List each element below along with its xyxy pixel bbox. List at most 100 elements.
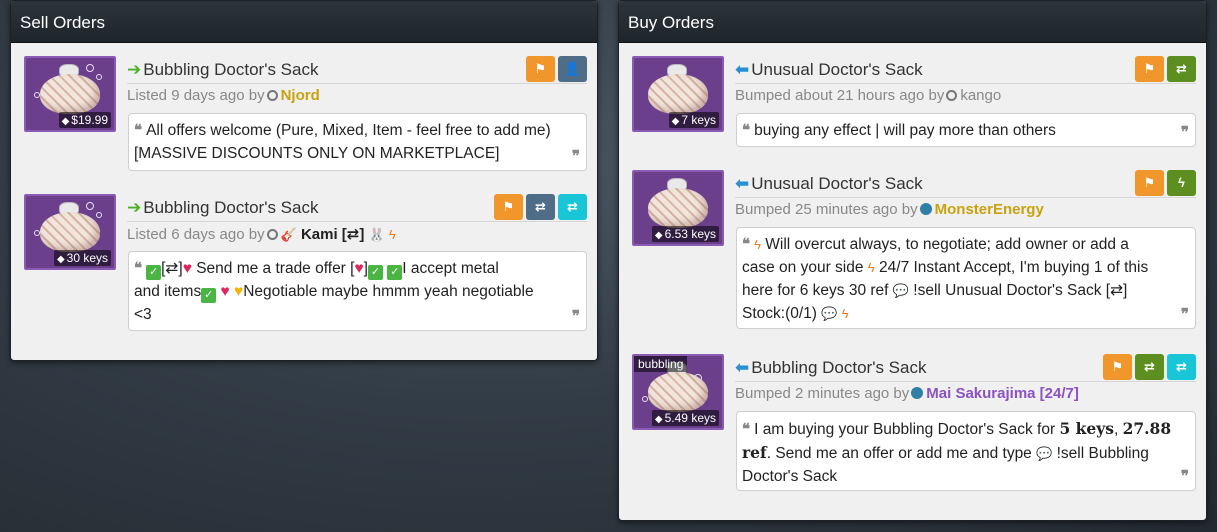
listing-meta: Listed 9 days ago by Njord xyxy=(127,87,320,104)
action-buttons: ⚑ ⇄ ⇄ xyxy=(494,194,587,220)
offline-status-icon xyxy=(946,90,958,101)
price-value: 30 keys xyxy=(66,251,108,265)
quote-close-icon: ❞ xyxy=(571,307,580,325)
meta-text: Bumped 2 minutes ago by xyxy=(735,385,910,402)
yellow-heart-emoji-icon: ♥ xyxy=(234,283,244,300)
quote-open-icon: ❝ xyxy=(134,121,143,139)
doctors-sack-icon xyxy=(648,74,708,114)
price-badge: ◆ $19.99 xyxy=(58,112,111,128)
flag-icon: ⚑ xyxy=(502,199,515,214)
order-comment: ❝ All offers welcome (Pure, Mixed, Item -… xyxy=(128,113,587,171)
item-title-text: Unusual Doctor's Sack xyxy=(751,60,923,79)
bolt-icon: ϟ xyxy=(841,306,849,321)
tag-icon: ◆ xyxy=(654,230,663,241)
item-title[interactable]: ➔ Bubbling Doctor's Sack xyxy=(127,60,318,79)
quote-open-icon: ❝ xyxy=(134,259,143,277)
listing-meta: Bumped about 21 hours ago by kango xyxy=(735,87,1001,104)
comment-text: I accept metal xyxy=(402,260,499,277)
check-emoji-icon: ✓ xyxy=(201,288,217,303)
trade-icon: ⇄ xyxy=(567,199,578,214)
tag-icon: ◆ xyxy=(654,414,663,425)
instant-trade-button[interactable]: ⇄ xyxy=(558,194,587,220)
item-title[interactable]: ⬅ Unusual Doctor's Sack xyxy=(735,174,923,193)
effect-label: bubbling xyxy=(634,356,688,372)
username-link[interactable]: MonsterEnergy xyxy=(935,201,1044,218)
listing-meta: Bumped 2 minutes ago by Mai Sakurajima [2… xyxy=(735,385,1079,402)
comment-text: here for 6 keys 30 ref xyxy=(742,282,889,299)
item-thumbnail[interactable]: ◆ 6.53 keys xyxy=(632,170,724,246)
sell-order-2: ◆ 30 keys ➔ Bubbling Doctor's Sack ⚑ ⇄ ⇄ L… xyxy=(11,194,597,331)
add-user-icon: 👤 xyxy=(564,61,581,76)
offline-status-icon xyxy=(266,229,278,240)
bubble-effect-icon xyxy=(86,64,94,72)
item-title[interactable]: ⬅ Bubbling Doctor's Sack xyxy=(735,358,926,377)
trade-icon: ⇄ xyxy=(1176,359,1187,374)
arrow-left-icon: ⬅ xyxy=(735,60,750,79)
arrow-left-icon: ⬅ xyxy=(735,174,750,193)
flag-icon: ⚑ xyxy=(1143,61,1156,76)
flag-icon: ⚑ xyxy=(1143,175,1156,190)
instant-accept-button[interactable]: ϟ xyxy=(1167,170,1196,196)
comment-text: Will overcut always, to negotiate; add o… xyxy=(765,236,1129,253)
price-badge: ◆ 7 keys xyxy=(668,112,719,128)
item-title-text: Bubbling Doctor's Sack xyxy=(751,358,927,377)
instant-trade-button[interactable]: ⇄ xyxy=(1167,354,1196,380)
item-title[interactable]: ⬅ Unusual Doctor's Sack xyxy=(735,60,923,79)
comment-text: buying any effect | will pay more than o… xyxy=(754,122,1056,139)
username-link[interactable]: Kami [⇄] xyxy=(301,226,364,243)
username-link[interactable]: Njord xyxy=(281,87,320,104)
price-badge: ◆ 5.49 keys xyxy=(651,410,719,426)
item-thumbnail[interactable]: ◆ 30 keys xyxy=(24,194,116,270)
item-title-text: Bubbling Doctor's Sack xyxy=(143,60,319,79)
report-flag-button[interactable]: ⚑ xyxy=(1135,170,1164,196)
quote-open-icon: ❝ xyxy=(742,235,751,253)
report-flag-button[interactable]: ⚑ xyxy=(1135,56,1164,82)
comment-bold-text: 27.88 xyxy=(1122,419,1172,438)
username-link[interactable]: Mai Sakurajima [24/7] xyxy=(926,385,1079,402)
title-row: ➔ Bubbling Doctor's Sack ⚑ 👤 xyxy=(127,56,587,84)
doctors-sack-icon xyxy=(648,188,708,228)
item-thumbnail[interactable]: ◆ 7 keys xyxy=(632,56,724,132)
item-thumbnail[interactable]: bubbling ◆ 5.49 keys xyxy=(632,354,724,430)
sell-orders-header: Sell Orders xyxy=(11,1,597,43)
doctors-sack-icon xyxy=(40,212,100,252)
bubble-effect-icon xyxy=(642,396,648,402)
tag-icon: ◆ xyxy=(671,116,680,127)
comment-text: [MASSIVE DISCOUNTS ONLY ON MARKETPLACE] xyxy=(134,145,500,162)
item-title[interactable]: ➔ Bubbling Doctor's Sack xyxy=(127,198,318,217)
bunny-emoji-icon: 🐰 xyxy=(368,227,385,242)
add-friend-button[interactable]: 👤 xyxy=(558,56,587,82)
report-flag-button[interactable]: ⚑ xyxy=(494,194,523,220)
report-flag-button[interactable]: ⚑ xyxy=(1103,354,1132,380)
price-value: 5.49 keys xyxy=(664,411,716,425)
bolt-icon: ϟ xyxy=(388,227,396,242)
bolt-icon: ϟ xyxy=(754,237,761,252)
comment-text: !sell Bubbling xyxy=(1056,445,1149,462)
trade-offer-button[interactable]: ⇄ xyxy=(526,194,555,220)
heart-emoji-icon: ♥ xyxy=(220,283,230,300)
title-row: ⬅ Bubbling Doctor's Sack ⚑ ⇄ ⇄ xyxy=(735,354,1196,382)
speech-bubble-icon: 💬 xyxy=(1036,446,1053,461)
price-badge: ◆ 30 keys xyxy=(53,250,111,266)
flag-icon: ⚑ xyxy=(1111,359,1124,374)
username-link[interactable]: kango xyxy=(960,87,1001,104)
comment-text: and items xyxy=(134,283,202,300)
action-buttons: ⚑ 👤 xyxy=(526,56,587,82)
buy-order-3: bubbling ◆ 5.49 keys ⬅ Bubbling Doctor's S… xyxy=(619,354,1206,491)
speech-bubble-icon: 💬 xyxy=(821,306,838,321)
listing-meta: Listed 6 days ago by 🎸 Kami [⇄] 🐰 ϟ xyxy=(127,225,396,243)
comment-text: [⇄] xyxy=(161,260,183,277)
item-thumbnail[interactable]: ◆ $19.99 xyxy=(24,56,116,132)
trade-offer-button[interactable]: ⇄ xyxy=(1135,354,1164,380)
online-status-icon xyxy=(919,203,932,215)
quote-open-icon: ❝ xyxy=(742,420,751,438)
doctors-sack-icon xyxy=(40,74,100,114)
quote-close-icon: ❞ xyxy=(1180,467,1189,485)
buy-order-1: ◆ 7 keys ⬅ Unusual Doctor's Sack ⚑ ⇄ Bumpe… xyxy=(619,56,1206,186)
meta-text: Listed 6 days ago by xyxy=(127,226,265,243)
report-flag-button[interactable]: ⚑ xyxy=(526,56,555,82)
trade-offer-button[interactable]: ⇄ xyxy=(1167,56,1196,82)
check-emoji-icon: ✓ xyxy=(367,265,383,280)
comment-text: I am buying your Bubbling Doctor's Sack … xyxy=(754,421,1056,438)
comment-text: Stock:(0/1) xyxy=(742,305,817,322)
